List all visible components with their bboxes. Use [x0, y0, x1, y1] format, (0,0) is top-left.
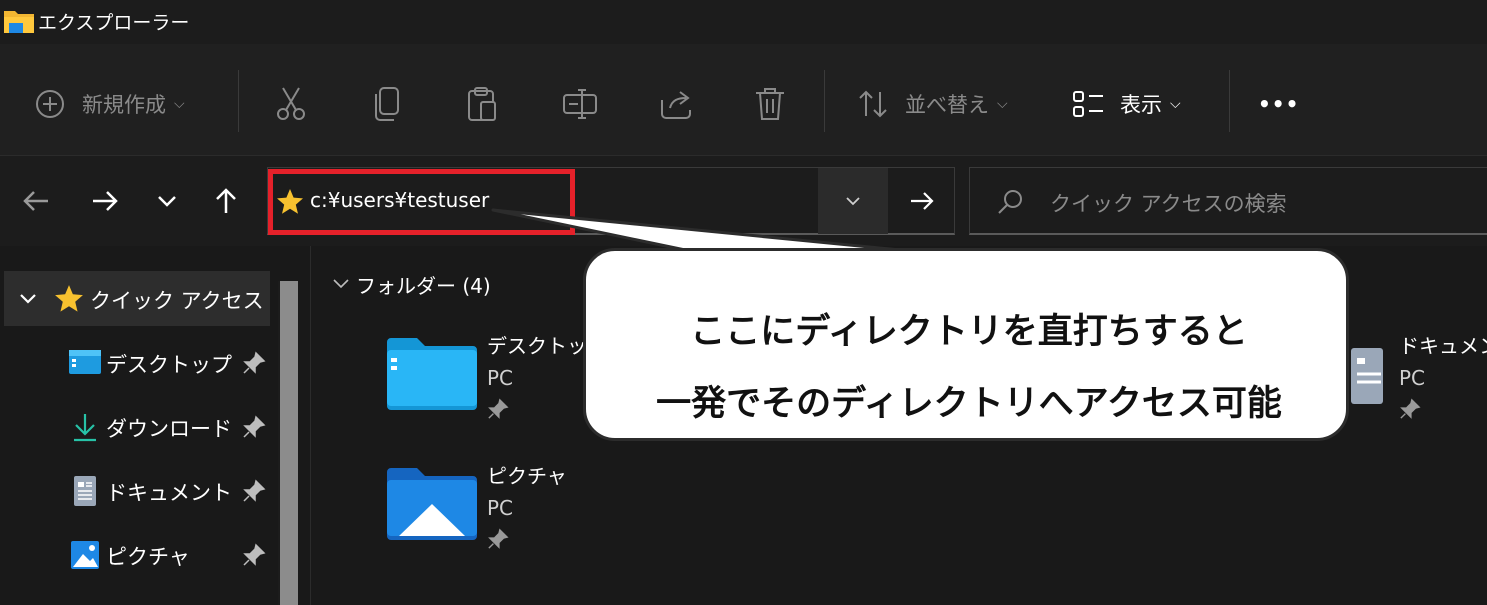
pictures-icon: [71, 541, 99, 569]
chevron-down-icon[interactable]: [331, 274, 351, 294]
navigation-bar: c:¥users¥testuser クイック アクセスの検索: [0, 156, 1487, 246]
pin-icon[interactable]: [242, 479, 266, 503]
documents-folder-icon: [1351, 348, 1383, 404]
share-button[interactable]: [660, 84, 694, 124]
trash-icon: [756, 88, 784, 120]
delete-button[interactable]: [754, 84, 786, 124]
chevron-down-icon: ⌵: [1170, 96, 1181, 112]
address-highlight-box: [268, 169, 575, 235]
arrow-right-icon: [911, 192, 934, 210]
navigation-pane: クイック アクセス デスクトップ ダウンロード ドキュメント ピクチャ: [0, 246, 300, 605]
back-button[interactable]: [19, 184, 53, 218]
pin-icon[interactable]: [242, 415, 266, 439]
sort-button[interactable]: 並べ替え ⌵: [857, 84, 1008, 124]
sidebar-item-documents[interactable]: ドキュメント: [0, 467, 270, 515]
search-placeholder: クイック アクセスの検索: [1050, 192, 1287, 216]
sidebar-item-label: デスクトップ: [106, 353, 232, 377]
arrow-right-icon: [93, 191, 118, 211]
sidebar-item-pictures[interactable]: ピクチャ: [0, 531, 270, 579]
rename-icon: [563, 89, 597, 119]
search-box[interactable]: クイック アクセスの検索: [969, 167, 1487, 235]
copy-icon: [375, 87, 399, 121]
copy-button[interactable]: [372, 84, 402, 124]
search-icon: [998, 190, 1022, 214]
new-button-label: 新規作成: [82, 93, 166, 117]
toolbar-divider: [1229, 70, 1230, 132]
scissors-icon: [277, 87, 305, 120]
clipboard-icon: [468, 87, 496, 121]
title-bar: エクスプローラー: [0, 0, 1487, 44]
pin-icon: [488, 528, 509, 549]
sidebar-item-label: クイック アクセス: [90, 289, 264, 313]
tile-location: PC: [1399, 366, 1426, 390]
paste-button[interactable]: [467, 84, 499, 124]
share-icon: [661, 91, 691, 119]
desktop-folder-icon: [387, 338, 477, 410]
forward-button[interactable]: [88, 184, 122, 218]
add-circle-icon: [36, 90, 64, 118]
documents-icon: [74, 476, 96, 506]
tile-location: PC: [487, 366, 514, 390]
pin-icon[interactable]: [242, 351, 266, 375]
folder-tile-documents[interactable]: ドキュメント PC: [1351, 330, 1487, 440]
chevron-down-icon: [158, 196, 176, 207]
arrow-up-icon: [216, 188, 236, 213]
folder-tile-pictures[interactable]: ピクチャ PC: [387, 460, 687, 570]
new-button[interactable]: 新規作成 ⌵: [34, 84, 185, 124]
folder-icon: [4, 11, 34, 33]
rename-button[interactable]: [562, 84, 598, 124]
toolbar-divider: [238, 70, 239, 132]
desktop-icon: [69, 350, 101, 374]
view-list-icon: [1073, 91, 1103, 117]
arrow-left-icon: [23, 191, 48, 211]
sidebar-item-quick-access[interactable]: クイック アクセス: [4, 271, 270, 326]
pin-icon[interactable]: [242, 543, 266, 567]
chevron-down-icon: [20, 294, 36, 304]
up-button[interactable]: [209, 184, 243, 218]
tile-name: デスクトップ: [487, 334, 607, 358]
sort-button-label: 並べ替え: [905, 93, 989, 117]
sidebar-item-downloads[interactable]: ダウンロード: [0, 403, 270, 451]
folder-tile-desktop[interactable]: デスクトップ PC: [387, 330, 687, 440]
sidebar-item-label: ピクチャ: [106, 545, 190, 569]
window-title: エクスプローラー: [38, 12, 190, 34]
sidebar-scrollbar-thumb[interactable]: [280, 281, 298, 605]
pin-icon: [488, 398, 509, 419]
star-icon: [55, 285, 83, 312]
toolbar-divider: [824, 70, 825, 132]
view-button[interactable]: 表示 ⌵: [1072, 84, 1181, 124]
chevron-down-icon: ⌵: [997, 96, 1008, 112]
command-bar: 新規作成 ⌵ 並べ替え ⌵ 表示 ⌵ •••: [0, 44, 1487, 156]
view-button-label: 表示: [1120, 93, 1162, 117]
more-icon: •••: [1258, 92, 1300, 116]
chevron-down-icon: [846, 197, 860, 206]
more-button[interactable]: •••: [1258, 84, 1299, 124]
tile-name: ピクチャ: [487, 464, 567, 488]
address-history-button[interactable]: [818, 168, 888, 234]
sort-icon: [859, 90, 887, 118]
group-header[interactable]: フォルダー (4): [356, 270, 491, 299]
pictures-folder-icon: [387, 468, 477, 540]
recent-locations-button[interactable]: [150, 184, 184, 218]
cut-button[interactable]: [275, 84, 307, 124]
sidebar-item-label: ダウンロード: [106, 417, 232, 441]
chevron-down-icon: ⌵: [174, 96, 185, 112]
download-icon: [74, 414, 96, 442]
file-view: フォルダー (4) デスクトップ PC ドキュメント PC: [310, 246, 1487, 605]
tile-location: PC: [487, 496, 514, 520]
tile-name: ドキュメント: [1399, 334, 1487, 358]
sidebar-item-desktop[interactable]: デスクトップ: [0, 339, 270, 387]
go-button[interactable]: [890, 168, 954, 234]
sidebar-item-label: ドキュメント: [106, 481, 232, 505]
pin-icon: [1400, 398, 1421, 419]
